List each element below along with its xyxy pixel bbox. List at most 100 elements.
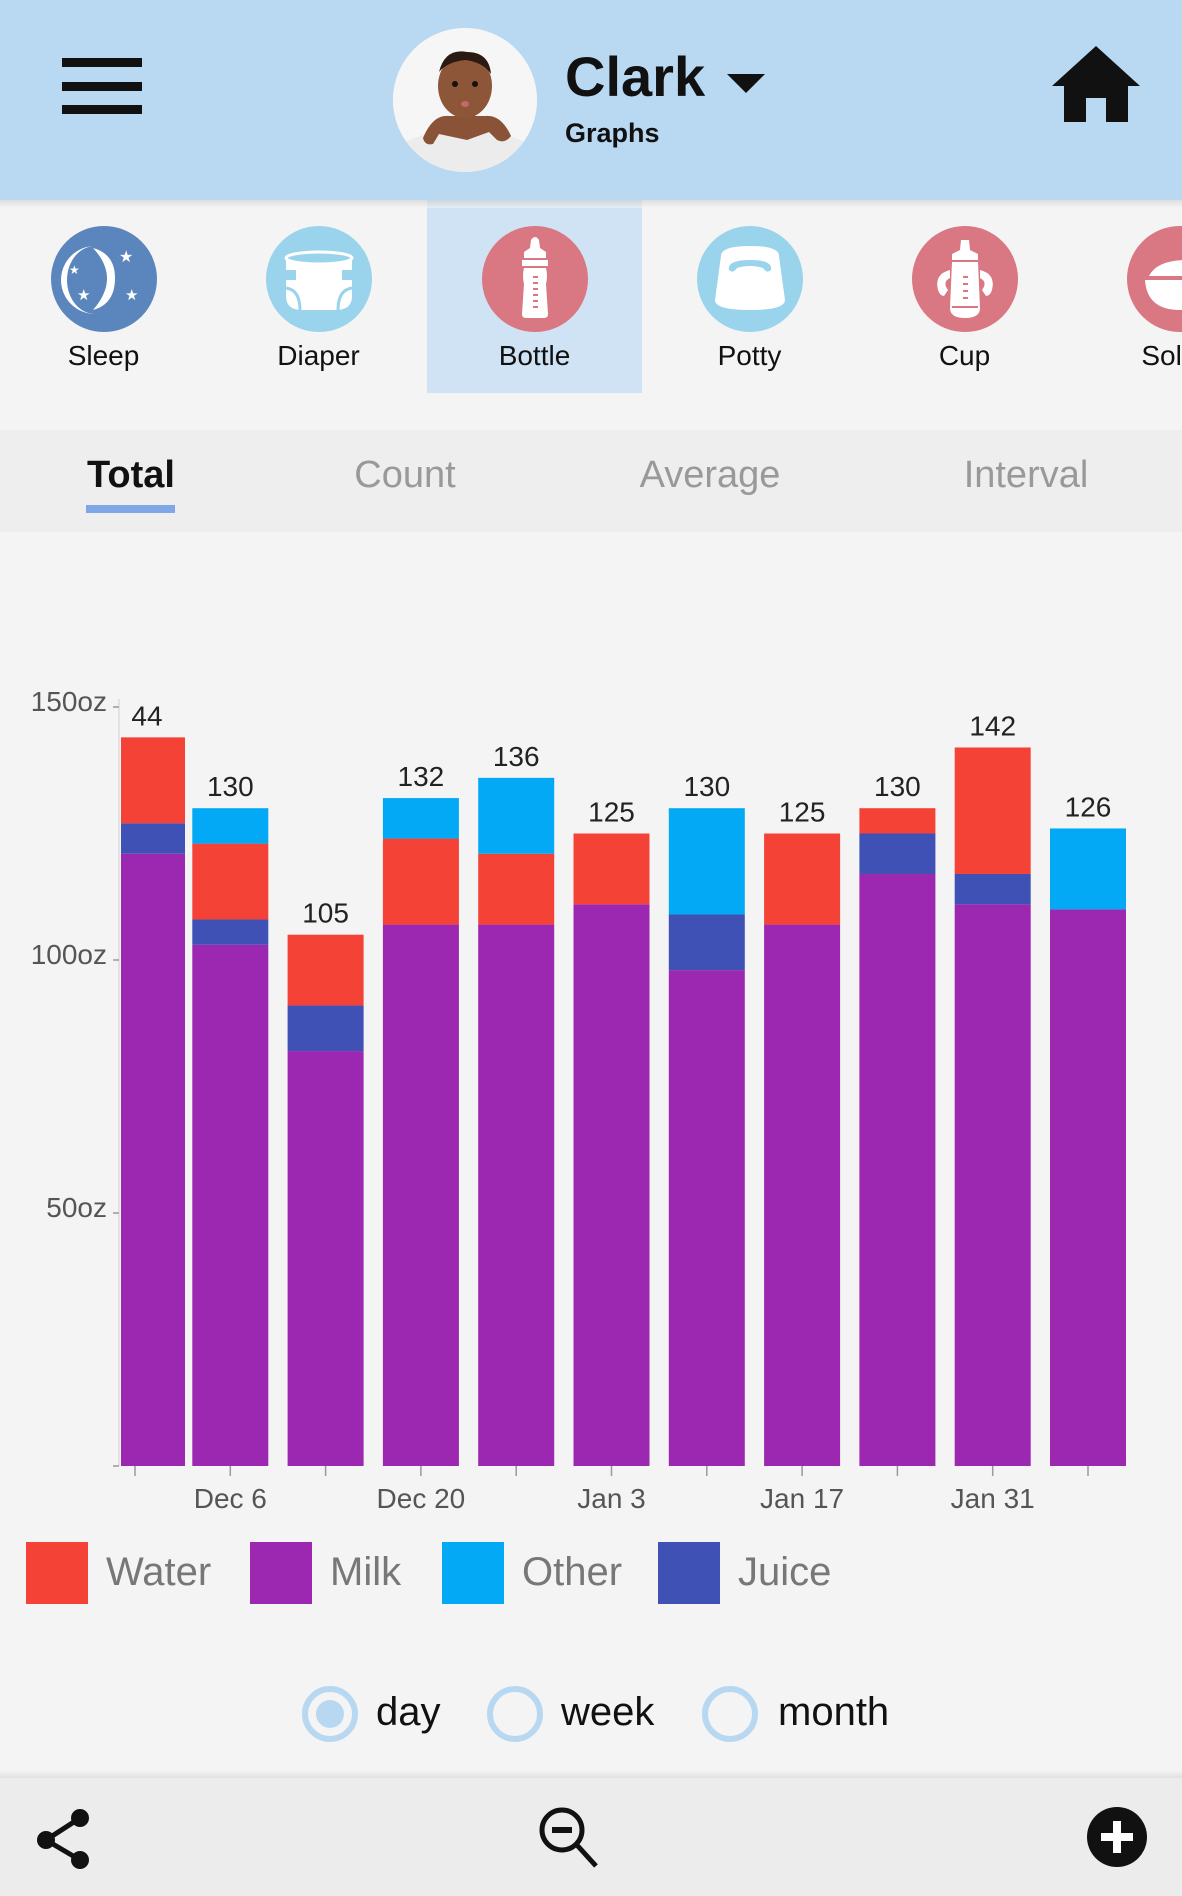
category-selector: ★ ★ ★ ★ Sleep Diaper Bottle Potty Cup So… [0, 200, 1182, 393]
bar-total-label: 142 [969, 710, 1016, 741]
hamburger-menu-icon[interactable] [62, 58, 142, 114]
child-avatar[interactable] [393, 28, 537, 172]
bar-segment-water [859, 808, 936, 834]
bar-total-label: 125 [779, 797, 826, 828]
y-tick-label: 50oz [46, 1192, 107, 1223]
bar-segment-water [764, 833, 841, 925]
bar-segment-water [478, 853, 555, 925]
bar-segment-milk [121, 853, 185, 1466]
y-tick-label: 150oz [31, 686, 107, 717]
app-header: Clark Graphs [0, 0, 1182, 200]
bar-segment-milk [478, 924, 555, 1466]
bar-total-label: 126 [1065, 791, 1112, 822]
category-label: Bottle [498, 340, 571, 371]
bar-segment-other [1050, 828, 1126, 910]
bar-segment-water [192, 843, 269, 920]
bar-segment-juice [668, 914, 745, 971]
bar-segment-water [382, 838, 459, 925]
bar-segment-milk [668, 970, 745, 1466]
x-tick-label: Dec 20 [377, 1483, 466, 1514]
food-bowl-icon [1127, 226, 1182, 332]
category-label: Solids [1141, 340, 1182, 371]
radio-label: week [561, 1690, 655, 1734]
category-sleep[interactable]: ★ ★ ★ ★ Sleep [0, 200, 211, 393]
category-label: Diaper [277, 340, 360, 371]
bar-segment-juice [954, 873, 1031, 905]
add-circle-icon[interactable] [1086, 1806, 1148, 1873]
bar-segment-other [668, 808, 745, 915]
graph-type-tabs: Total Count Average Interval [0, 430, 1182, 532]
bar-total-label: 132 [398, 761, 445, 792]
baby-bottle-icon [482, 226, 588, 332]
x-axis: Dec 6 Dec 20 Jan 3 Jan 17 Jan 31 [134, 1466, 1089, 1514]
legend-label: Water [106, 1550, 212, 1594]
bars-group: 44 130 105 132 136 125 130 125 130 142 126 [121, 700, 1126, 1466]
category-bottle[interactable]: Bottle [427, 200, 642, 393]
legend-label: Juice [738, 1550, 832, 1594]
bar-segment-water [121, 737, 185, 824]
diaper-icon [266, 226, 372, 332]
category-diaper[interactable]: Diaper [211, 200, 426, 393]
legend-swatch-other [442, 1542, 504, 1604]
legend-swatch-water [26, 1542, 88, 1604]
x-tick-label: Jan 3 [577, 1483, 646, 1514]
bar-segment-milk [859, 873, 936, 1466]
category-label: Potty [717, 340, 782, 371]
bar-total-label: 130 [683, 771, 730, 802]
bar-segment-other [192, 808, 269, 844]
legend-swatch-milk [250, 1542, 312, 1604]
bar-segment-water [287, 934, 364, 1006]
home-icon[interactable] [1050, 44, 1142, 124]
svg-text:★: ★ [119, 249, 133, 266]
bar-segment-milk [573, 904, 650, 1466]
category-solids[interactable]: Solids [1072, 200, 1182, 393]
bar-segment-other [478, 777, 555, 854]
moon-stars-icon: ★ ★ ★ ★ [51, 226, 157, 332]
legend-label: Milk [330, 1550, 402, 1594]
radio-selected-dot [316, 1700, 344, 1728]
bar-segment-milk [192, 944, 269, 1466]
x-tick-label: Jan 31 [951, 1483, 1035, 1514]
bar-segment-milk [382, 924, 459, 1466]
tab-average[interactable]: Average [640, 454, 781, 497]
active-tab-indicator [86, 505, 175, 513]
radio-button[interactable] [702, 1686, 758, 1742]
y-axis: 50oz 100oz 150oz [31, 686, 120, 1467]
page-subtitle: Graphs [565, 118, 660, 148]
svg-text:★: ★ [125, 287, 138, 304]
bar-total-label: 130 [207, 771, 254, 802]
bar-total-label: 136 [493, 741, 540, 772]
radio-label: day [376, 1690, 441, 1734]
zoom-out-icon[interactable] [536, 1804, 602, 1875]
category-cup[interactable]: Cup [857, 200, 1072, 393]
bar-segment-juice [859, 833, 936, 874]
stacked-bar-chart: 50oz 100oz 150oz 44 130 105 132 136 125 130 125 13… [31, 686, 1126, 1514]
x-tick-label: Dec 6 [194, 1483, 267, 1514]
legend-swatch-juice [658, 1542, 720, 1604]
svg-text:★: ★ [69, 263, 80, 277]
child-name[interactable]: Clark [565, 44, 705, 109]
bar-segment-milk [287, 1051, 364, 1466]
y-tick-label: 100oz [31, 939, 107, 970]
sippy-cup-icon [912, 226, 1018, 332]
bar-segment-water [573, 833, 650, 905]
legend-label: Other [522, 1550, 623, 1594]
tab-count[interactable]: Count [354, 454, 455, 497]
tab-interval[interactable]: Interval [964, 454, 1089, 497]
share-icon[interactable] [34, 1806, 94, 1875]
radio-label: month [778, 1690, 890, 1734]
caret-down-icon[interactable] [727, 74, 765, 93]
radio-button[interactable] [487, 1686, 543, 1742]
bar-segment-juice [192, 919, 269, 945]
bar-segment-milk [954, 904, 1031, 1466]
bar-total-label: 44 [131, 700, 162, 731]
x-tick-label: Jan 17 [760, 1483, 844, 1514]
category-potty[interactable]: Potty [642, 200, 857, 393]
bar-segment-juice [287, 1005, 364, 1052]
tab-total[interactable]: Total [87, 454, 175, 497]
bar-total-label: 125 [588, 797, 635, 828]
category-label: Cup [938, 340, 991, 371]
bar-total-label: 105 [302, 898, 349, 929]
svg-text:★: ★ [77, 287, 90, 304]
bottom-toolbar [0, 1778, 1182, 1896]
